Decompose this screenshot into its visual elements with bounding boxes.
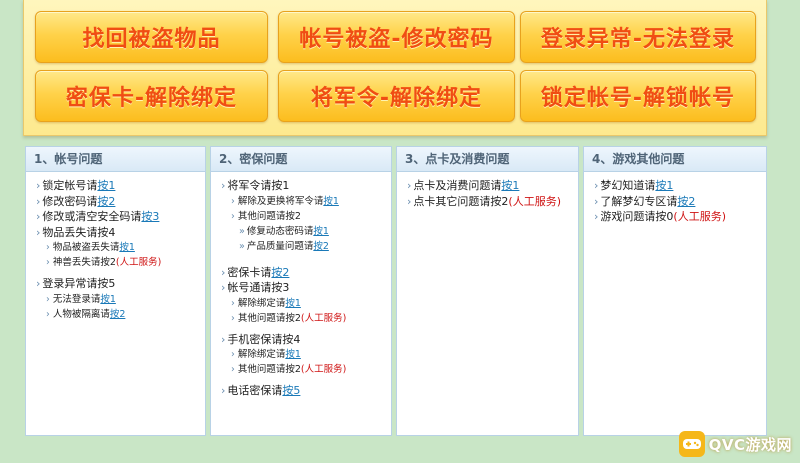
manual-service-tag: (人工服务) — [673, 210, 726, 223]
list-subitem: 物品被盗丢失请按1 — [36, 240, 205, 255]
account-issues-panel: 1、帐号问题 锁定帐号请按1 修改密码请按2 修改或清空安全码请按3 物品丢失请… — [25, 146, 206, 436]
watermark-logo: QVC游戏网 — [678, 431, 792, 457]
watermark-text: QVC游戏网 — [708, 435, 792, 454]
list-item: 登录异常请按5 — [36, 276, 205, 292]
manual-service-tag: (人工服务) — [300, 312, 347, 324]
manual-service-tag: (人工服务) — [508, 194, 561, 208]
panel-title: 4、游戏其他问题 — [584, 147, 766, 172]
list-item: 帐号通请按3 — [221, 280, 391, 296]
panel-title: 2、密保问题 — [211, 147, 391, 172]
token-unbind-button[interactable]: 将军令-解除绑定 — [278, 70, 515, 122]
option-link[interactable]: 按3 — [141, 210, 159, 223]
card-payment-issues-panel: 3、点卡及消费问题 点卡及消费问题请按1 点卡其它问题请按2(人工服务) — [396, 146, 579, 436]
option-link[interactable]: 按1 — [501, 179, 519, 192]
list-subsubitem: 修复动态密码请按1 — [221, 224, 391, 239]
option-link[interactable]: 按2 — [677, 195, 695, 208]
option-link[interactable]: 按5 — [282, 384, 300, 397]
list-item: 密保卡请按2 — [221, 265, 391, 281]
list-item: 将军令请按1 — [221, 178, 391, 194]
list-subitem: 解除及更换将军令请按1 — [221, 194, 391, 209]
list-item: 物品丢失请按4 — [36, 225, 205, 241]
option-link[interactable]: 按1 — [655, 179, 673, 192]
other-game-issues-panel: 4、游戏其他问题 梦幻知道请按1 了解梦幻专区请按2 游戏问题请按0(人工服务) — [583, 146, 767, 436]
panel-title: 3、点卡及消费问题 — [397, 147, 578, 172]
security-card-unbind-button[interactable]: 密保卡-解除绑定 — [35, 70, 268, 122]
option-link[interactable]: 按2 — [110, 309, 126, 320]
account-stolen-change-password-button[interactable]: 帐号被盗-修改密码 — [278, 11, 515, 63]
list-item: 点卡其它问题请按2(人工服务) — [407, 194, 578, 210]
list-item: 修改或清空安全码请按3 — [36, 209, 205, 225]
list-item: 了解梦幻专区请按2 — [594, 194, 766, 210]
security-issues-panel: 2、密保问题 将军令请按1 解除及更换将军令请按1 其他问题请按2 修复动态密码… — [210, 146, 392, 436]
panel-title: 1、帐号问题 — [26, 147, 205, 172]
recover-stolen-items-button[interactable]: 找回被盗物品 — [35, 11, 268, 63]
option-link[interactable]: 按2 — [271, 266, 289, 279]
option-link[interactable]: 按1 — [285, 349, 301, 360]
option-link[interactable]: 按1 — [100, 294, 116, 305]
list-subitem: 人物被隔离请按2 — [36, 307, 205, 322]
lock-unlock-account-button[interactable]: 锁定帐号-解锁帐号 — [520, 70, 756, 122]
list-subitem: 解除绑定请按1 — [221, 296, 391, 311]
option-link[interactable]: 按2 — [97, 195, 115, 208]
manual-service-tag: (人工服务) — [300, 364, 347, 375]
list-subsubitem: 产品质量问题请按2 — [221, 239, 391, 254]
list-subitem: 神兽丢失请按2(人工服务) — [36, 255, 205, 270]
list-item: 游戏问题请按0(人工服务) — [594, 209, 766, 225]
quick-actions-panel: 找回被盗物品 帐号被盗-修改密码 登录异常-无法登录 密保卡-解除绑定 将军令-… — [23, 0, 767, 136]
list-item: 修改密码请按2 — [36, 194, 205, 210]
option-link[interactable]: 按1 — [285, 298, 301, 309]
list-subitem: 其他问题请按2(人工服务) — [221, 362, 391, 377]
list-subitem: 其他问题请按2 — [221, 209, 391, 224]
list-item: 锁定帐号请按1 — [36, 178, 205, 194]
list-item: 梦幻知道请按1 — [594, 178, 766, 194]
list-subitem: 无法登录请按1 — [36, 292, 205, 307]
list-subitem: 解除绑定请按1 — [221, 347, 391, 362]
option-link[interactable]: 按2 — [313, 241, 329, 252]
manual-service-tag: (人工服务) — [115, 257, 162, 268]
list-item: 点卡及消费问题请按1 — [407, 178, 578, 194]
list-item: 电话密保请按5 — [221, 383, 391, 399]
login-error-button[interactable]: 登录异常-无法登录 — [520, 11, 756, 63]
list-subitem: 其他问题请按2(人工服务) — [221, 311, 391, 326]
list-item: 手机密保请按4 — [221, 332, 391, 348]
option-link[interactable]: 按1 — [323, 196, 339, 207]
option-link[interactable]: 按1 — [119, 242, 135, 253]
option-link[interactable]: 按1 — [313, 226, 329, 237]
gamepad-icon — [678, 431, 705, 457]
option-link[interactable]: 按1 — [97, 179, 115, 192]
